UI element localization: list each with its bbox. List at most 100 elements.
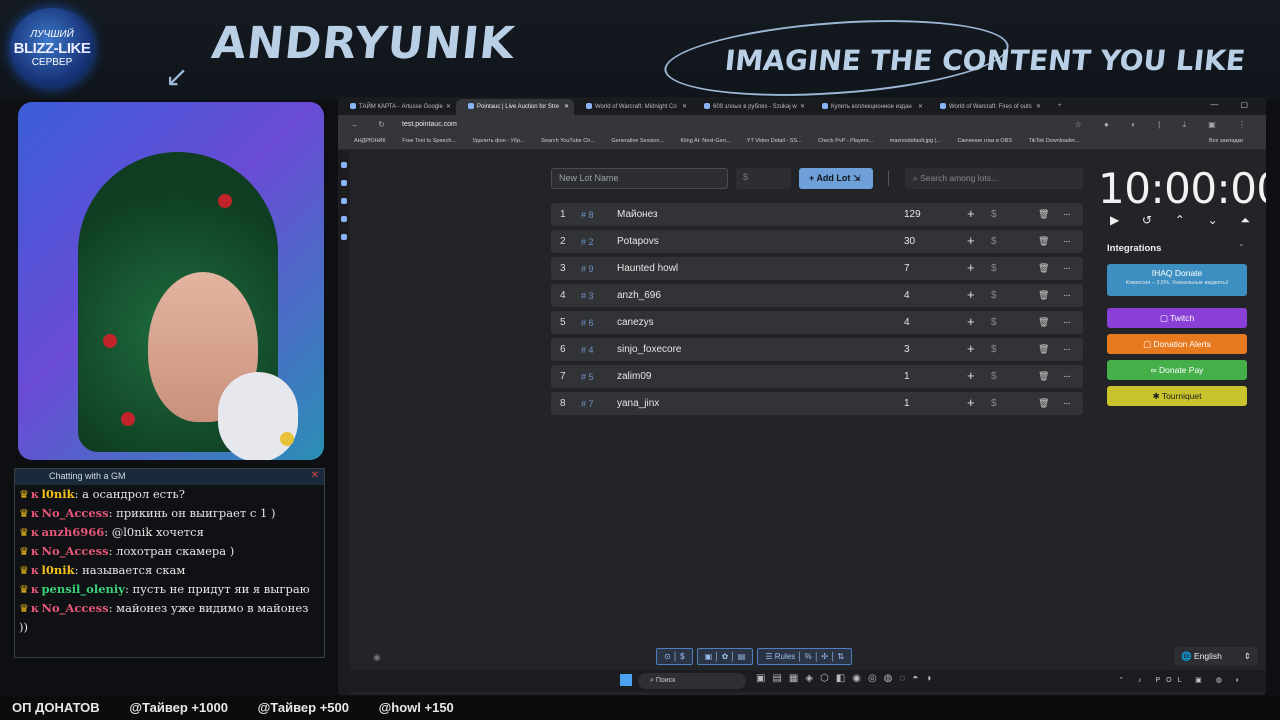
- browser-tab[interactable]: Купить коллекционное издан ✕: [810, 99, 928, 115]
- chevron-down-icon[interactable]: ⌄: [1208, 213, 1218, 228]
- sidebar-icon[interactable]: [341, 198, 347, 204]
- trash-icon[interactable]: 🗑: [1038, 317, 1049, 328]
- lot-amount[interactable]: 3: [904, 344, 910, 355]
- plus-icon[interactable]: +: [967, 233, 975, 248]
- browser-tab[interactable]: World of Warcraft: Fires of outs ✕: [928, 99, 1046, 115]
- trash-icon[interactable]: 🗑: [1038, 344, 1049, 355]
- play-icon[interactable]: ▶: [1110, 213, 1119, 228]
- trash-icon[interactable]: 🗑: [1038, 398, 1049, 409]
- trash-icon[interactable]: 🗑: [1038, 236, 1049, 247]
- more-icon[interactable]: ···: [1063, 398, 1071, 409]
- lot-amount[interactable]: 7: [904, 263, 910, 274]
- chat-nick[interactable]: No_Access: [42, 506, 109, 520]
- sidebar-icon[interactable]: [341, 234, 347, 240]
- chevron-up-icon[interactable]: ⌃: [1175, 213, 1185, 228]
- bookmark[interactable]: Удалить фон - Убр...: [473, 138, 525, 144]
- new-lot-input[interactable]: New Lot Name: [551, 168, 728, 189]
- trash-icon[interactable]: 🗑: [1038, 371, 1049, 382]
- toolbar-icons[interactable]: ☆ ● ◐ | ⤓ ▣ ⋮: [1075, 120, 1256, 130]
- plus-icon[interactable]: +: [967, 260, 975, 275]
- collapse-icon[interactable]: ⌃: [1238, 243, 1245, 252]
- lot-row[interactable]: 2 # 2 Potapovs 30 + $ 🗑 ···: [551, 230, 1083, 253]
- close-tab-icon[interactable]: ✕: [1036, 103, 1041, 110]
- more-icon[interactable]: ···: [1063, 290, 1071, 301]
- donation-alerts-button[interactable]: ▢ Donation Alerts: [1107, 334, 1247, 354]
- browser-tab[interactable]: 609 злоых в рублях - Szukaj w ✕: [692, 99, 810, 115]
- lot-row[interactable]: 3 # 9 Haunted howl 7 + $ 🗑 ···: [551, 257, 1083, 280]
- chat-nick[interactable]: l0nik: [42, 563, 75, 577]
- lot-amount[interactable]: 1: [904, 398, 910, 409]
- all-bookmarks[interactable]: Все закладки: [1209, 138, 1243, 144]
- nav-buttons[interactable]: → ↻: [350, 120, 394, 129]
- lot-amount[interactable]: 4: [904, 290, 910, 301]
- bookmark[interactable]: Free Text to Speech...: [402, 138, 456, 144]
- windows-start-icon[interactable]: [620, 674, 632, 686]
- plus-icon[interactable]: +: [967, 287, 975, 302]
- language-select[interactable]: 🌐 English ⇕: [1174, 647, 1258, 666]
- tools-button-group[interactable]: ▣ │ ✿ │ ▤: [696, 648, 754, 665]
- lot-row[interactable]: 6 # 4 sinjo_foxecore 3 + $ 🗑 ···: [551, 338, 1083, 361]
- new-tab-button[interactable]: +: [1046, 99, 1066, 115]
- url-field[interactable]: test.pointauc.com: [402, 121, 457, 128]
- bookmark[interactable]: YT Video Detail - SS...: [747, 138, 802, 144]
- eye-icon[interactable]: ◉: [373, 652, 381, 663]
- close-tab-icon[interactable]: ✕: [682, 103, 687, 110]
- lot-name[interactable]: anzh_696: [617, 290, 661, 301]
- sidebar-icon[interactable]: [341, 162, 347, 168]
- sidebar-icon[interactable]: [341, 180, 347, 186]
- lot-name[interactable]: canezys: [617, 317, 654, 328]
- window-controls[interactable]: — ▢: [1210, 100, 1258, 109]
- chat-nick[interactable]: anzh6966: [42, 525, 105, 539]
- plus-icon[interactable]: +: [967, 395, 975, 410]
- price-input[interactable]: $: [736, 168, 791, 189]
- double-up-icon[interactable]: ⏶: [1240, 213, 1250, 228]
- more-icon[interactable]: ···: [1063, 263, 1071, 274]
- chat-nick[interactable]: l0nik: [42, 487, 75, 501]
- more-icon[interactable]: ···: [1063, 344, 1071, 355]
- taskbar-search[interactable]: ⌕ Поиск: [638, 673, 746, 689]
- github-button[interactable]: ⊙ │ $: [656, 648, 693, 665]
- bookmark[interactable]: Generative Session...: [611, 138, 664, 144]
- close-tab-icon[interactable]: ✕: [918, 103, 923, 110]
- dollar-icon[interactable]: $: [991, 236, 997, 247]
- search-lots-input[interactable]: ⌕ Search among lots...: [905, 168, 1083, 189]
- lot-row[interactable]: 8 # 7 yana_jinx 1 + $ 🗑 ···: [551, 392, 1083, 415]
- reset-icon[interactable]: ↺: [1142, 213, 1152, 228]
- lot-amount[interactable]: 4: [904, 317, 910, 328]
- bookmark[interactable]: АНДРЮНИК: [354, 138, 386, 144]
- dollar-icon[interactable]: $: [991, 290, 997, 301]
- bookmark[interactable]: Check PvP - Players...: [818, 138, 873, 144]
- lot-row[interactable]: 7 # 5 zalim09 1 + $ 🗑 ···: [551, 365, 1083, 388]
- browser-tab[interactable]: World of Warcraft: Midnight Co ✕: [574, 99, 692, 115]
- lot-row[interactable]: 4 # 3 anzh_696 4 + $ 🗑 ···: [551, 284, 1083, 307]
- dollar-icon[interactable]: $: [991, 209, 997, 220]
- donate-pay-button[interactable]: ∞ Donate Pay: [1107, 360, 1247, 380]
- ihaq-donate-button[interactable]: IHAQ Donate Комиссия – 3,5%. Уникальные …: [1107, 264, 1247, 296]
- browser-tab[interactable]: ТАЙМ КАРТА - Artusse Google ✕: [338, 99, 456, 115]
- bookmark[interactable]: TikTok Downloader...: [1028, 138, 1079, 144]
- lot-name[interactable]: Potapovs: [617, 236, 659, 247]
- trash-icon[interactable]: 🗑: [1038, 263, 1049, 274]
- close-tab-icon[interactable]: ✕: [564, 103, 569, 110]
- more-icon[interactable]: ···: [1063, 317, 1071, 328]
- close-tab-icon[interactable]: ✕: [446, 103, 451, 110]
- lot-name[interactable]: zalim09: [617, 371, 651, 382]
- lot-name[interactable]: Haunted howl: [617, 263, 678, 274]
- chat-nick[interactable]: pensil_oleniy: [42, 582, 125, 596]
- twitch-button[interactable]: ▢ Twitch: [1107, 308, 1247, 328]
- lot-amount[interactable]: 30: [904, 236, 915, 247]
- lot-row[interactable]: 1 # 8 Майонез 129 + $ 🗑 ···: [551, 203, 1083, 226]
- close-tab-icon[interactable]: ✕: [800, 103, 805, 110]
- dollar-icon[interactable]: $: [991, 317, 997, 328]
- more-icon[interactable]: ···: [1063, 371, 1071, 382]
- trash-icon[interactable]: 🗑: [1038, 209, 1049, 220]
- sidebar-icon[interactable]: [341, 216, 347, 222]
- lot-amount[interactable]: 129: [904, 209, 921, 220]
- more-icon[interactable]: ···: [1063, 209, 1071, 220]
- bookmark[interactable]: Kling AI: Next-Gen...: [681, 138, 731, 144]
- rules-button[interactable]: ☰ Rules │ % │ ✣ │ ⇅: [757, 648, 853, 665]
- bookmark[interactable]: Search YouTube Ch...: [541, 138, 595, 144]
- dollar-icon[interactable]: $: [991, 371, 997, 382]
- close-icon[interactable]: ✕: [311, 470, 319, 481]
- more-icon[interactable]: ···: [1063, 236, 1071, 247]
